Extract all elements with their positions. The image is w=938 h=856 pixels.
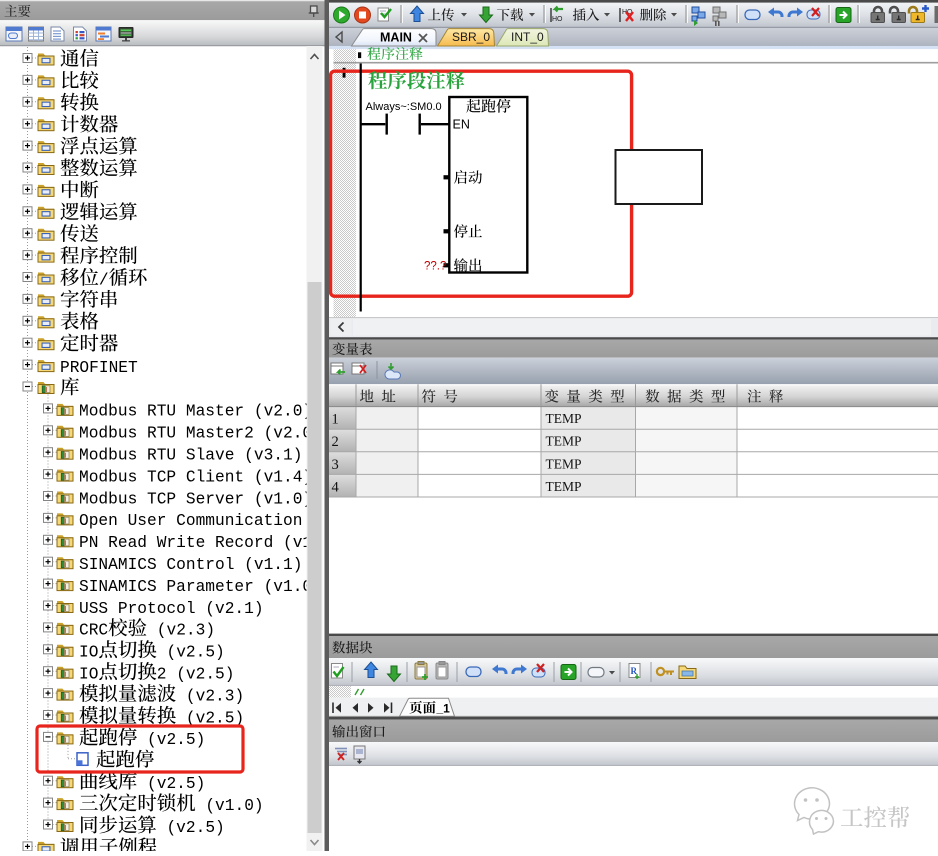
svg-text:PN Read Write Record (v1.0): PN Read Write Record (v1.0) [79, 534, 341, 552]
svg-text:3: 3 [332, 457, 339, 473]
svg-text:MAIN: MAIN [380, 31, 412, 45]
svg-text:INT_0: INT_0 [511, 30, 544, 44]
svg-text:TEMP: TEMP [546, 479, 582, 494]
svg-text:(v2.3): (v2.3) [176, 687, 244, 705]
svg-text:Modbus RTU Master (v2.0): Modbus RTU Master (v2.0) [79, 403, 312, 421]
svg-text:CRC: CRC [79, 622, 108, 640]
svg-text:SINAMICS Control (v1.1): SINAMICS Control (v1.1) [79, 556, 302, 574]
svg-text:??.?: ??.? [424, 260, 446, 272]
svg-text:(v2.3): (v2.3) [147, 622, 215, 640]
svg-text:EN: EN [453, 118, 470, 132]
svg-text:USS Protocol (v2.1): USS Protocol (v2.1) [79, 600, 264, 618]
svg-text:4: 4 [332, 479, 340, 495]
svg-text:Modbus TCP Client (v1.4): Modbus TCP Client (v1.4) [79, 468, 312, 486]
svg-text:(v2.5): (v2.5) [157, 819, 225, 837]
svg-text:Modbus RTU Slave (v3.1): Modbus RTU Slave (v3.1) [79, 447, 302, 465]
svg-text:2 (v2.5): 2 (v2.5) [157, 666, 235, 684]
svg-text:(v2.5): (v2.5) [137, 731, 205, 749]
svg-text:TEMP: TEMP [546, 456, 582, 471]
svg-text:Modbus TCP Server (v1.0): Modbus TCP Server (v1.0) [79, 490, 312, 508]
svg-text:_1: _1 [436, 701, 451, 715]
svg-text:SBR_0: SBR_0 [452, 30, 490, 44]
svg-text:IO: IO [79, 666, 98, 684]
svg-text:1: 1 [332, 412, 339, 428]
svg-text:(v1.0): (v1.0) [196, 797, 264, 815]
svg-text:PROFINET: PROFINET [60, 359, 138, 377]
svg-text:(v2.5): (v2.5) [157, 644, 225, 662]
svg-text:2: 2 [332, 434, 339, 450]
svg-text:TEMP: TEMP [546, 434, 582, 449]
svg-text:HO: HO [552, 16, 563, 23]
svg-text:TEMP: TEMP [546, 411, 582, 426]
svg-text:SINAMICS Parameter (v1.0): SINAMICS Parameter (v1.0) [79, 578, 322, 596]
svg-text:(v2.5): (v2.5) [137, 775, 205, 793]
svg-text:Modbus RTU Master2 (v2.0): Modbus RTU Master2 (v2.0) [79, 425, 322, 443]
svg-text:/: / [99, 271, 109, 289]
svg-text:Always~:SM0.0: Always~:SM0.0 [366, 101, 442, 113]
svg-text:IO: IO [79, 644, 98, 662]
